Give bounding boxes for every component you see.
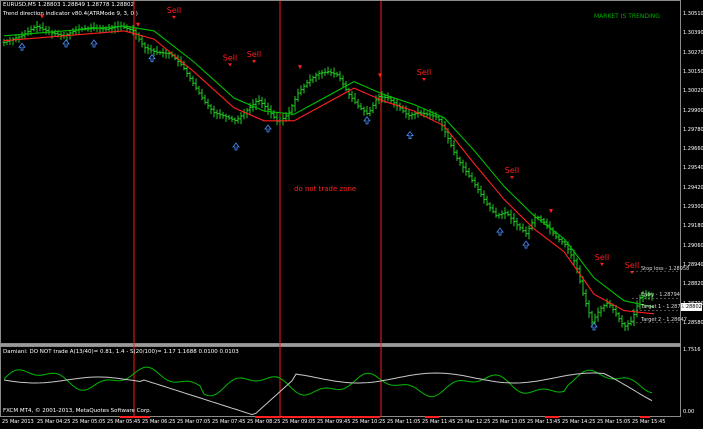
oscillator-axis-bottom: 0.00 <box>683 409 695 415</box>
sell-arrow-icon <box>510 176 514 180</box>
price-bars <box>2 20 654 331</box>
time-axis-label: 25 Mar 06:25 <box>142 419 176 425</box>
time-axis-label: 25 Mar 09:45 <box>317 419 351 425</box>
price-axis-label: 1.29420 <box>683 184 703 191</box>
buy-arrow-icon <box>264 124 272 133</box>
sell-arrow-icon <box>252 60 256 64</box>
buy-arrow-icon <box>406 130 414 139</box>
time-axis-label: 25 Mar 15:05 <box>597 419 631 425</box>
time-axis-label: 25 Mar 07:45 <box>212 419 246 425</box>
price-axis-label: 1.30150 <box>683 68 703 75</box>
moving-average-green <box>3 25 655 308</box>
price-axis-label: 1.29060 <box>683 242 703 249</box>
level-label: Entry - 1.28794 <box>641 292 680 299</box>
sell-arrow-icon <box>422 78 426 82</box>
indicator-header: Trend direction indicator v80.4(ATRMode … <box>3 11 138 17</box>
buy-arrow-icon <box>522 240 530 249</box>
time-axis-label: 25 Mar 10:25 <box>352 419 386 425</box>
time-axis-label: 25 Mar 09:05 <box>282 419 316 425</box>
oscillator-axis-top: 1.7516 <box>683 347 701 353</box>
price-axis-label: 1.29780 <box>683 126 703 133</box>
price-axis-label: 1.29660 <box>683 146 703 153</box>
price-pane-border <box>0 0 681 344</box>
time-axis-label: 25 Mar 14:25 <box>562 419 596 425</box>
time-axis-label: 25 Mar 08:25 <box>247 419 281 425</box>
time-axis-label: 25 Mar 05:45 <box>107 419 141 425</box>
time-axis-label: 25 Mar 15:45 <box>632 419 666 425</box>
chart-canvas[interactable]: Sell Sell Sell Sell Sell Sell Sell <box>0 0 703 429</box>
time-axis-label: 25 Mar 04:25 <box>37 419 71 425</box>
sell-signal-text: Sell <box>167 6 181 15</box>
sell-signal-text: Sell <box>625 261 639 270</box>
symbol-header: EURUSD,M5 1.28803 1.28849 1.28778 1.2880… <box>3 2 135 8</box>
buy-arrow-icon <box>62 39 70 48</box>
sell-arrow-icon <box>228 63 232 67</box>
price-axis-label: 1.29540 <box>683 165 703 172</box>
time-marker <box>640 416 650 418</box>
time-marker <box>120 416 150 418</box>
time-axis-label: 25 Mar 05:05 <box>72 419 106 425</box>
price-axis-label: 1.29180 <box>683 223 703 230</box>
level-label: Target 2 - 1.28647 <box>641 316 687 323</box>
buy-arrow-icon <box>496 227 504 236</box>
time-axis-label: 25 Mar 11:05 <box>387 419 421 425</box>
price-axis-label: 1.30020 <box>683 88 703 95</box>
trend-status: MARKET IS TRENDING <box>594 13 660 20</box>
price-axis-label: 1.29300 <box>683 204 703 210</box>
time-axis-label: 25 Mar 13:05 <box>492 419 526 425</box>
sell-signal-text: Sell <box>247 50 261 59</box>
sell-arrow-icon <box>298 65 302 70</box>
buy-arrow-icon <box>90 39 98 48</box>
buy-arrow-icon <box>18 42 26 51</box>
time-marker <box>425 416 439 418</box>
oscillator-title: Damiani: DO NOT trade A(13/40)= 0.81, 1.… <box>3 349 239 355</box>
oscillator-green-line <box>3 366 653 398</box>
sell-arrow-icon <box>549 209 553 214</box>
time-axis-label: 25 Mar 12:25 <box>457 419 491 425</box>
sell-arrow-icon <box>600 262 604 266</box>
price-axis-label: 1.30390 <box>683 30 703 37</box>
time-marker <box>255 416 281 418</box>
time-axis-label: 25 Mar 13:45 <box>527 419 561 425</box>
level-label: Target 1 - 1.28721 <box>641 304 687 311</box>
signal-markers: Sell Sell Sell Sell Sell Sell Sell <box>18 6 639 331</box>
moving-average-red <box>3 30 655 315</box>
price-axis-label: 1.30270 <box>683 49 703 56</box>
time-axis-label: 25 Mar 2013 <box>2 419 34 425</box>
buy-arrow-icon <box>363 116 371 125</box>
sell-arrow-icon <box>172 15 176 19</box>
time-axis-label: 25 Mar 11:45 <box>422 419 456 425</box>
sell-signal-text: Sell <box>417 68 431 77</box>
price-axis-label: 1.28820 <box>683 281 703 288</box>
sell-arrow-icon <box>136 22 140 27</box>
buy-arrow-icon <box>232 142 240 151</box>
pane-separator[interactable] <box>0 344 681 346</box>
footer-copyright: FXCM MT4, © 2001-2013, MetaQuotes Softwa… <box>3 408 152 414</box>
time-marker <box>340 416 366 418</box>
do-not-trade-zone-label: do not trade zone <box>294 185 357 193</box>
time-axis-label: 25 Mar 07:05 <box>177 419 211 425</box>
mt4-chart-window[interactable]: Sell Sell Sell Sell Sell Sell Sell EURUSD,M5 1… <box>0 0 703 429</box>
level-label: Stop loss - 1.28958 <box>641 265 690 272</box>
time-marker <box>545 416 559 418</box>
sell-signal-text: Sell <box>223 53 237 62</box>
sell-signal-text: Sell <box>595 253 609 262</box>
price-axis-label: 1.29900 <box>683 107 703 114</box>
price-axis-label: 1.30510 <box>683 11 703 17</box>
sell-signal-text: Sell <box>505 166 519 175</box>
